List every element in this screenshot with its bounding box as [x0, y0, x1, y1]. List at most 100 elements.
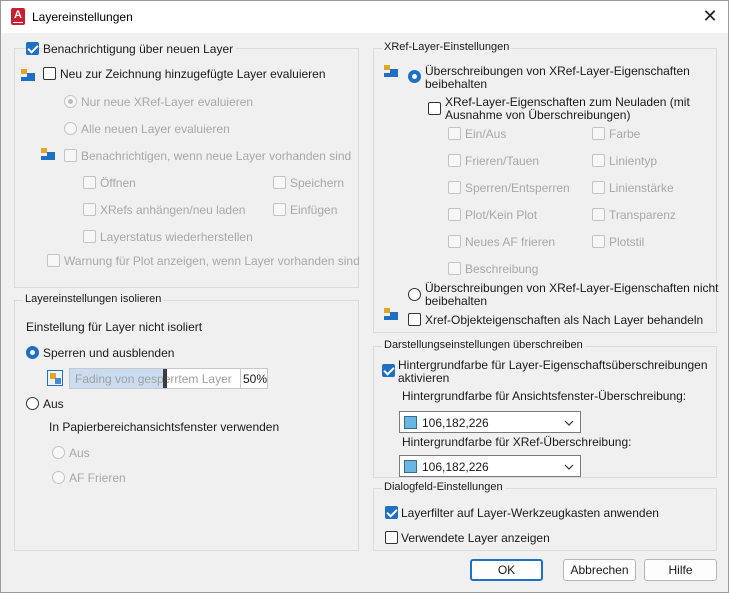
new-layer-notification-group [14, 48, 359, 288]
color-label: Farbe [609, 127, 641, 141]
evaluate-added-layers-checkbox[interactable] [43, 67, 56, 80]
title-bar: A Layereinstellungen ✕ [1, 1, 728, 33]
bg-color-checkbox[interactable] [382, 364, 395, 377]
layer-stack-icon [21, 69, 35, 81]
evaluate-added-layers-label: Neu zur Zeichnung hinzugefügte Layer eva… [60, 67, 326, 81]
ok-button[interactable]: OK [470, 559, 543, 581]
reload-props-label-1: XRef-Layer-Eigenschaften zum Neuladen (m… [445, 95, 690, 109]
isolate-off-radio[interactable] [26, 397, 39, 410]
keep-overrides-radio[interactable] [408, 70, 421, 83]
show-used-checkbox[interactable] [385, 531, 398, 544]
viewport-color-dropdown[interactable]: 106,182,226 [399, 411, 581, 433]
freeze-thaw-label: Frieren/Tauen [465, 154, 540, 168]
no-keep-overrides-label-2: beibehalten [425, 294, 488, 308]
plot-noplot-label: Plot/Kein Plot [465, 208, 538, 222]
plot-noplot-checkbox[interactable] [448, 208, 461, 221]
no-keep-overrides-label-1: Überschreibungen von XRef-Layer-Eigensch… [425, 281, 719, 295]
all-new-radio[interactable] [64, 122, 77, 135]
plotstyle-label: Plotstil [609, 235, 645, 249]
lineweight-label: Linienstärke [609, 181, 674, 195]
lock-unlock-checkbox[interactable] [448, 181, 461, 194]
plotstyle-checkbox[interactable] [592, 235, 605, 248]
on-off-checkbox[interactable] [448, 127, 461, 140]
reload-props-checkbox[interactable] [428, 102, 441, 115]
open-label: Öffnen [100, 176, 136, 190]
cancel-button[interactable]: Abbrechen [563, 559, 636, 581]
attach-reload-label: XRefs anhängen/neu laden [100, 203, 246, 217]
help-button[interactable]: Hilfe [644, 559, 717, 581]
lineweight-checkbox[interactable] [592, 181, 605, 194]
fade-slider[interactable]: Fading von gesperrtem Layer [69, 368, 241, 389]
fade-settings-icon [47, 370, 63, 386]
attach-reload-checkbox[interactable] [83, 203, 96, 216]
ps-freeze-radio[interactable] [52, 471, 65, 484]
viewport-color-swatch [404, 416, 417, 429]
autocad-app-icon: A [11, 8, 25, 25]
open-checkbox[interactable] [83, 176, 96, 189]
notify-present-checkbox[interactable] [64, 149, 77, 162]
all-new-label: Alle neuen Layer evaluieren [81, 122, 230, 136]
xref-color-swatch [404, 460, 417, 473]
apply-filter-label: Layerfilter auf Layer-Werkzeugkasten anw… [401, 506, 659, 520]
layer-stack-icon-3 [384, 65, 398, 77]
fade-slider-thumb[interactable] [163, 369, 167, 388]
notify-present-label: Benachrichtigen, wenn neue Layer vorhand… [81, 149, 352, 163]
keep-overrides-label-2: beibehalten [425, 77, 488, 91]
lock-unlock-label: Sperren/Entsperren [465, 181, 570, 195]
show-used-label: Verwendete Layer anzeigen [401, 531, 550, 545]
chevron-down-icon-2 [564, 464, 574, 470]
xref-settings-title: XRef-Layer-Einstellungen [382, 41, 512, 53]
display-override-title: Darstellungseinstellungen überschreiben [382, 339, 585, 351]
object-bylayer-checkbox[interactable] [408, 313, 421, 326]
isolate-off-label: Aus [43, 397, 64, 411]
lock-fade-label: Sperren und ausblenden [43, 346, 175, 360]
fade-percent-field[interactable]: 50% [240, 368, 268, 389]
color-checkbox[interactable] [592, 127, 605, 140]
transparency-checkbox[interactable] [592, 208, 605, 221]
save-checkbox[interactable] [273, 176, 286, 189]
ps-off-label: Aus [69, 446, 90, 460]
isolate-subtitle: Einstellung für Layer nicht isoliert [26, 320, 203, 334]
reload-props-label-2: Ausnahme von Überschreibungen) [445, 108, 631, 122]
description-label: Beschreibung [465, 262, 539, 276]
notify-new-layers-checkbox[interactable] [26, 42, 39, 55]
close-button[interactable]: ✕ [696, 3, 724, 31]
plot-warning-checkbox[interactable] [47, 254, 60, 267]
no-keep-overrides-radio[interactable] [408, 288, 421, 301]
only-xref-label: Nur neue XRef-Layer evaluieren [81, 95, 254, 109]
window-title: Layereinstellungen [32, 10, 133, 24]
xref-color-label: Hintergrundfarbe für XRef-Überschreibung… [402, 435, 632, 449]
plot-warning-label: Warnung für Plot anzeigen, wenn Layer vo… [64, 254, 360, 268]
new-vp-freeze-checkbox[interactable] [448, 235, 461, 248]
viewport-color-value: 106,182,226 [422, 416, 489, 430]
ps-freeze-label: AF Frieren [69, 471, 126, 485]
ps-off-radio[interactable] [52, 446, 65, 459]
isolate-settings-title: Layereinstellungen isolieren [23, 293, 164, 305]
layer-stack-icon-2 [41, 148, 55, 160]
description-checkbox[interactable] [448, 262, 461, 275]
keep-overrides-label-1: Überschreibungen von XRef-Layer-Eigensch… [425, 64, 690, 78]
object-bylayer-label: Xref-Objekteigenschaften als Nach Layer … [425, 313, 704, 327]
restore-state-label: Layerstatus wiederherstellen [100, 230, 253, 244]
layer-stack-icon-4 [384, 308, 398, 320]
apply-filter-checkbox[interactable] [385, 506, 398, 519]
notify-new-layers-label: Benachrichtigung über neuen Layer [43, 42, 237, 56]
paper-space-label: In Papierbereichansichtsfenster verwende… [49, 420, 280, 434]
freeze-thaw-checkbox[interactable] [448, 154, 461, 167]
transparency-label: Transparenz [609, 208, 676, 222]
layer-settings-dialog: A Layereinstellungen ✕ Benachrichtigung … [0, 0, 729, 593]
lock-fade-radio[interactable] [26, 346, 39, 359]
bg-color-label-1: Hintergrundfarbe für Layer-Eigenschaftsü… [398, 358, 708, 372]
viewport-color-label: Hintergrundfarbe für Ansichtsfenster-Übe… [402, 389, 687, 403]
new-vp-freeze-label: Neues AF frieren [465, 235, 556, 249]
restore-state-checkbox[interactable] [83, 230, 96, 243]
insert-checkbox[interactable] [273, 203, 286, 216]
insert-label: Einfügen [290, 203, 338, 217]
linetype-label: Linientyp [609, 154, 658, 168]
xref-color-dropdown[interactable]: 106,182,226 [399, 455, 581, 477]
chevron-down-icon [564, 420, 574, 426]
dialog-settings-title: Dialogfeld-Einstellungen [382, 481, 505, 493]
fade-slider-label: Fading von gesperrtem Layer [75, 372, 232, 386]
linetype-checkbox[interactable] [592, 154, 605, 167]
only-xref-radio[interactable] [64, 95, 77, 108]
